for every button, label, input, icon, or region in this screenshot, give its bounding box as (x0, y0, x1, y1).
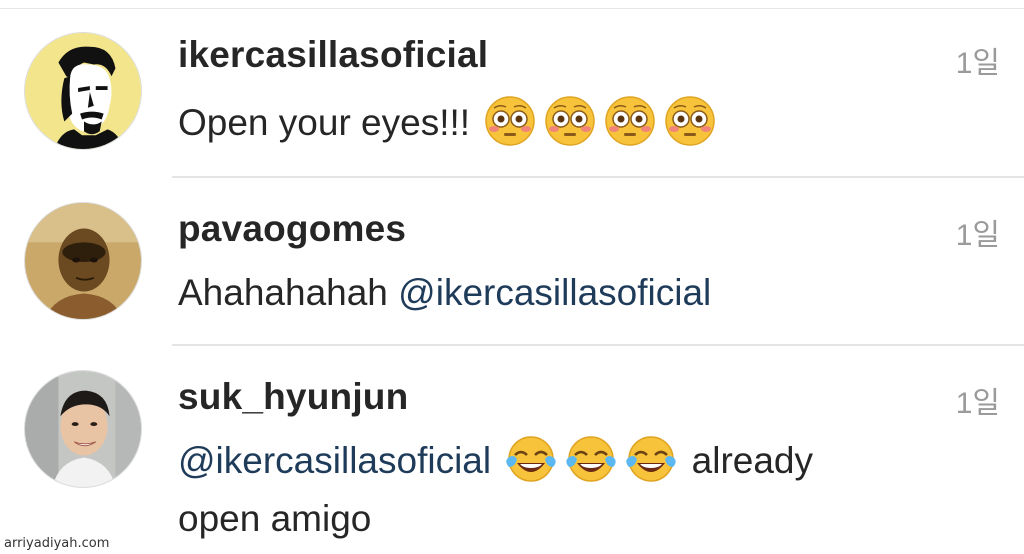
tears-of-joy-emoji (505, 433, 557, 485)
comment-divider (172, 176, 1024, 178)
comment-text: Ahahahahah @ikercasillasoficial (178, 264, 964, 322)
flushed-face-emoji (484, 95, 536, 147)
comment-item: suk_hyunjun 1일 @ikercasillasoficial alre… (0, 348, 1024, 554)
avatar-pavaogomes[interactable] (24, 202, 142, 320)
comment-text: @ikercasillasoficial already open amigo (178, 432, 964, 548)
comment-text-content: open amigo (178, 498, 372, 539)
avatar-image (25, 33, 141, 149)
flushed-face-emoji (544, 95, 596, 147)
avatar-image (25, 371, 141, 487)
comment-text-content: Ahahahahah (178, 272, 388, 313)
comment-text-content: Open your eyes!!! (178, 102, 471, 143)
avatar-image (25, 203, 141, 319)
comment-username[interactable]: pavaogomes (178, 208, 406, 250)
comment-timestamp: 1일 (955, 387, 1000, 420)
avatar-ikercasillasoficial[interactable] (24, 32, 142, 150)
watermark: arriyadiyah.com (4, 536, 110, 551)
comment-timestamp: 1일 (955, 47, 1000, 80)
comment-item: pavaogomes 1일 Ahahahahah @ikercasillasof… (0, 180, 1024, 348)
comment-username[interactable]: suk_hyunjun (178, 376, 408, 418)
tears-of-joy-emoji (565, 433, 617, 485)
tears-of-joy-emoji (625, 433, 677, 485)
comment-timestamp: 1일 (955, 219, 1000, 252)
comment-item: ikercasillasoficial 1일 Open your eyes!!! (0, 0, 1024, 180)
flushed-face-emoji (604, 95, 656, 147)
comment-text: Open your eyes!!! (178, 94, 964, 152)
flushed-face-emoji (664, 95, 716, 147)
mention-link[interactable]: @ikercasillasoficial (398, 272, 711, 313)
avatar-suk-hyunjun[interactable] (24, 370, 142, 488)
comment-username[interactable]: ikercasillasoficial (178, 34, 488, 76)
comment-text-content: already (691, 440, 814, 481)
mention-link[interactable]: @ikercasillasoficial (178, 440, 491, 481)
comment-divider (172, 344, 1024, 346)
